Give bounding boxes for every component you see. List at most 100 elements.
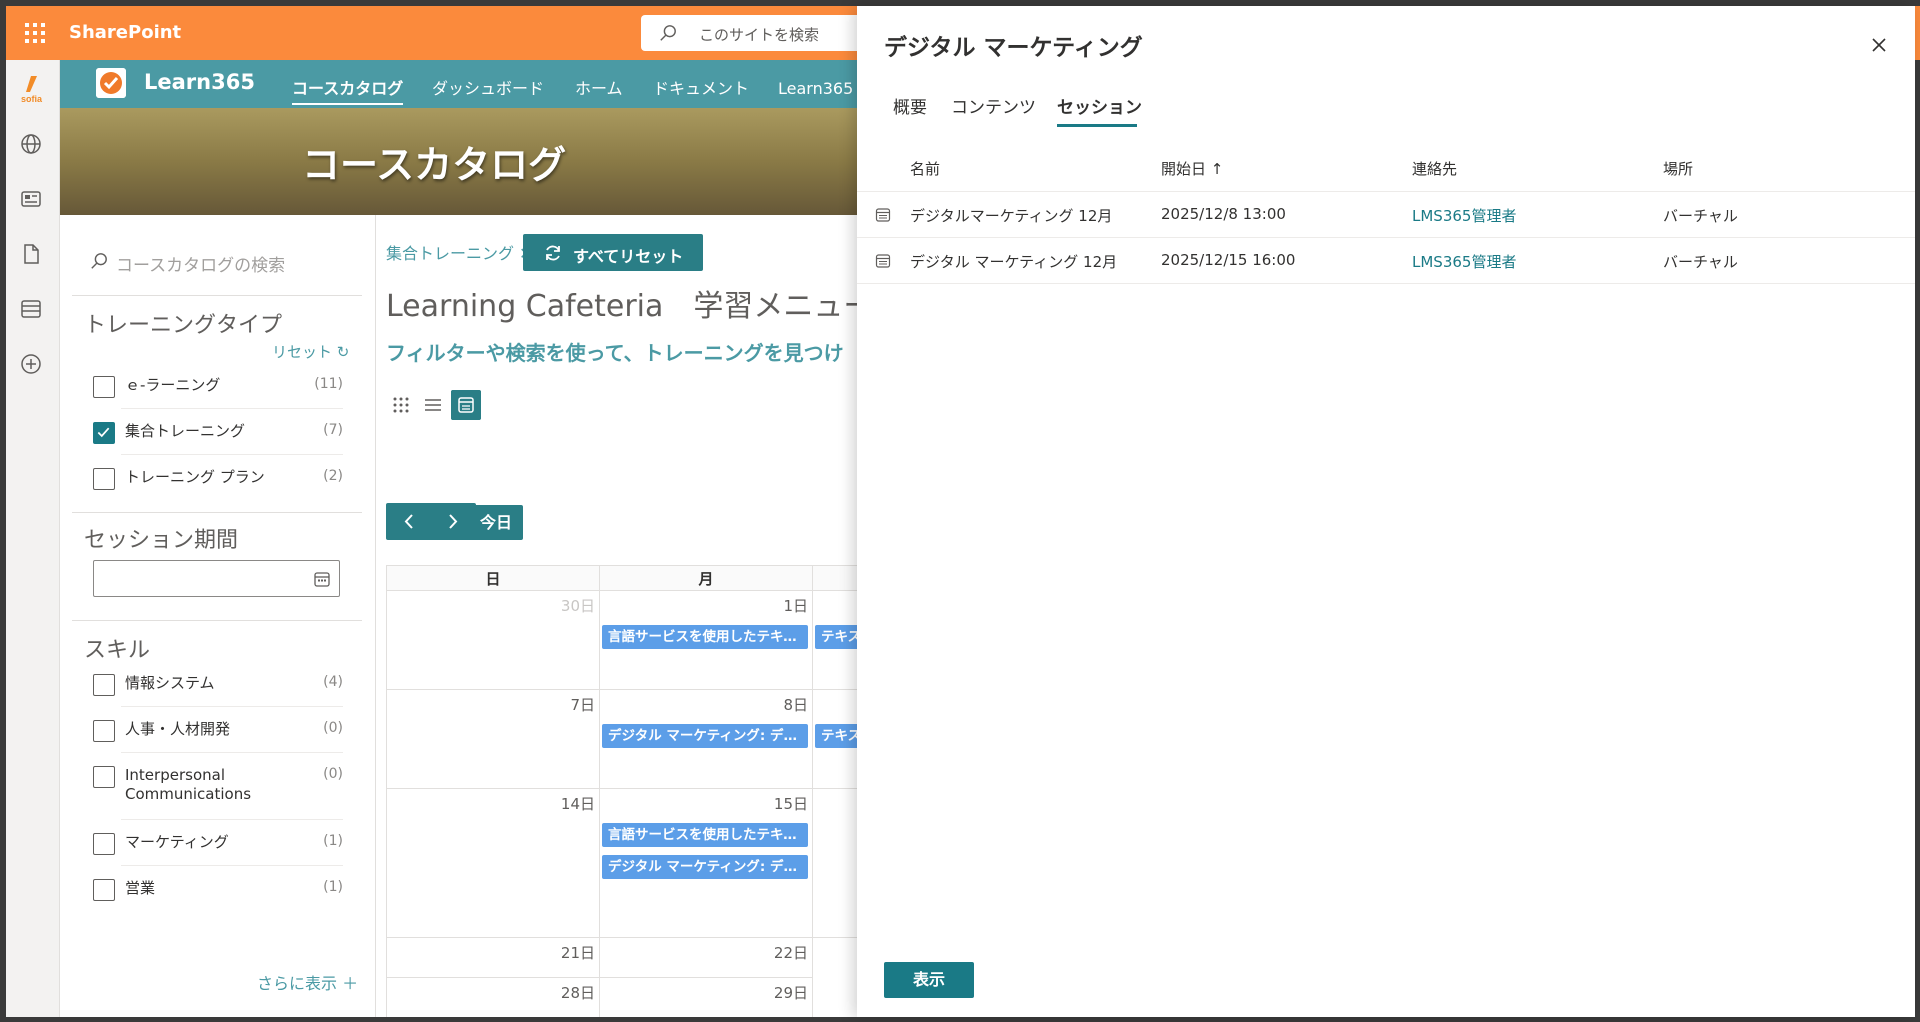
- nav-documents[interactable]: ドキュメント: [653, 75, 749, 99]
- filter-item-skill[interactable]: マーケティング (1): [93, 822, 343, 866]
- filter-item-skill[interactable]: 人事・人材開発 (0): [93, 709, 343, 753]
- catalog-subtitle: フィルターや検索を使って、トレーニングを見つけ: [386, 341, 844, 365]
- tab-contents[interactable]: コンテンツ: [951, 93, 1036, 118]
- calendar-day[interactable]: 1日 言語サービスを使用したテキス...: [599, 590, 813, 690]
- sort-ascending-icon: ↑: [1210, 160, 1224, 178]
- calendar-event[interactable]: デジタル マーケティング: デジ...: [602, 855, 808, 879]
- show-button[interactable]: 表示: [884, 962, 974, 998]
- banner-title: コースカタログ: [302, 143, 567, 187]
- filter-item-count: (11): [314, 376, 343, 392]
- calendar-icon: [875, 208, 891, 222]
- calendar-event[interactable]: 言語サービスを使用したテキス...: [602, 625, 808, 649]
- active-filter-chip[interactable]: 集合トレーニング ✕: [386, 240, 533, 264]
- close-icon[interactable]: [1868, 34, 1890, 56]
- sofia-logo-icon[interactable]: sofia: [19, 74, 45, 106]
- session-start: 2025/12/8 13:00: [1161, 205, 1286, 223]
- list-icon[interactable]: [19, 297, 43, 321]
- calendar-event[interactable]: テキス: [815, 625, 860, 649]
- calendar-day[interactable]: [812, 788, 860, 938]
- session-contact-link[interactable]: LMS365管理者: [1412, 205, 1516, 226]
- calendar-day[interactable]: 7日: [386, 689, 600, 789]
- site-brand[interactable]: Learn365: [144, 70, 255, 94]
- tile-view-icon[interactable]: [386, 390, 416, 420]
- filter-item-label: トレーニング プラン: [125, 468, 265, 486]
- calendar-day[interactable]: 29日: [599, 977, 813, 1017]
- nav-dashboard[interactable]: ダッシュボード: [432, 75, 544, 99]
- filter-item-skill[interactable]: Interpersonal Communications (0): [93, 755, 343, 820]
- filter-item-classroom[interactable]: 集合トレーニング (7): [93, 411, 343, 455]
- divider: [72, 620, 362, 621]
- news-icon[interactable]: [19, 187, 43, 211]
- session-contact-link[interactable]: LMS365管理者: [1412, 251, 1516, 272]
- show-more-label: さらに表示: [257, 974, 338, 993]
- session-name: デジタル マーケティング 12月: [910, 253, 1118, 271]
- column-header-contact[interactable]: 連絡先: [1412, 158, 1457, 179]
- table-row[interactable]: デジタル マーケティング 12月 2025/12/15 16:00 LMS365…: [857, 238, 1915, 284]
- session-period-date-input[interactable]: [93, 560, 340, 597]
- checkbox[interactable]: [93, 674, 115, 696]
- column-header-start-date[interactable]: 開始日 ↑: [1161, 158, 1223, 179]
- calendar-day[interactable]: 28日: [386, 977, 600, 1017]
- training-type-reset-link[interactable]: リセット ↻: [272, 341, 349, 362]
- filter-item-elearning[interactable]: ｅ-ラーニング (11): [93, 365, 343, 409]
- list-view-icon[interactable]: [418, 390, 448, 420]
- checkbox[interactable]: [93, 720, 115, 742]
- checkbox[interactable]: [93, 833, 115, 855]
- tab-overview[interactable]: 概要: [893, 93, 927, 118]
- filter-pane: コースカタログの検索 トレーニングタイプ リセット ↻ ｅ-ラーニング (11)…: [60, 215, 376, 1017]
- today-button[interactable]: 今日: [469, 505, 523, 540]
- calendar-event[interactable]: 言語サービスを使用したテキス...: [602, 823, 808, 847]
- filter-item-label: 営業: [125, 879, 156, 897]
- filter-item-count: (2): [323, 468, 343, 484]
- search-icon: [91, 253, 107, 269]
- divider: [72, 512, 362, 513]
- calendar-day[interactable]: テキス: [812, 590, 860, 690]
- day-number: 21日: [560, 944, 595, 962]
- session-location: バーチャル: [1663, 253, 1738, 271]
- show-more-link[interactable]: さらに表示 ＋: [257, 970, 358, 994]
- column-header-name[interactable]: 名前: [910, 158, 940, 179]
- course-details-panel: デジタル マーケティング 概要 コンテンツ セッション 名前 開始日 ↑ 連絡先…: [857, 6, 1915, 1017]
- calendar-day[interactable]: 14日: [386, 788, 600, 938]
- catalog-content: 集合トレーニング ✕ すべてリセット Learning Cafeteria 学習…: [376, 215, 860, 1017]
- catalog-search-input[interactable]: コースカタログの検索: [90, 245, 320, 276]
- column-header-location[interactable]: 場所: [1663, 158, 1693, 179]
- tab-sessions[interactable]: セッション: [1057, 93, 1142, 118]
- checkbox[interactable]: [93, 879, 115, 901]
- filter-item-label: ｅ-ラーニング: [125, 376, 221, 394]
- table-row[interactable]: デジタルマーケティング 12月 2025/12/8 13:00 LMS365管理…: [857, 192, 1915, 238]
- day-number: 28日: [560, 984, 595, 1002]
- document-icon[interactable]: [19, 242, 43, 266]
- filter-item-label: マーケティング: [125, 833, 229, 851]
- calendar-event[interactable]: テキス: [815, 724, 860, 748]
- day-number: 30日: [560, 597, 595, 615]
- filter-item-skill[interactable]: 情報システム (4): [93, 663, 343, 707]
- calendar-view-icon[interactable]: [451, 390, 481, 420]
- calendar-event[interactable]: デジタル マーケティング: デジ...: [602, 724, 808, 748]
- checkbox[interactable]: [93, 766, 115, 788]
- calendar-day[interactable]: 30日: [386, 590, 600, 690]
- session-name: デジタルマーケティング 12月: [910, 207, 1113, 225]
- checkbox[interactable]: [93, 468, 115, 490]
- day-number: 1日: [783, 597, 808, 615]
- calendar-week-partial: 28日 29日: [386, 977, 860, 1017]
- learn365-logo-icon[interactable]: [96, 68, 126, 98]
- nav-learn365-admin[interactable]: Learn365 管: [778, 75, 860, 99]
- divider: [121, 706, 343, 707]
- checkbox-checked[interactable]: [93, 422, 115, 444]
- nav-course-catalog[interactable]: コースカタログ: [292, 75, 404, 105]
- chevron-left-icon[interactable]: [386, 503, 431, 540]
- add-icon[interactable]: [19, 352, 43, 376]
- nav-home[interactable]: ホーム: [575, 75, 623, 99]
- calendar-day[interactable]: 15日 言語サービスを使用したテキス... デジタル マーケティング: デジ..…: [599, 788, 813, 938]
- checkbox[interactable]: [93, 376, 115, 398]
- globe-icon[interactable]: [19, 132, 43, 156]
- filter-item-training-plan[interactable]: トレーニング プラン (2): [93, 457, 343, 501]
- app-launcher-icon[interactable]: [23, 21, 47, 45]
- app-rail: sofia: [6, 60, 60, 1017]
- calendar-day[interactable]: 8日 デジタル マーケティング: デジ...: [599, 689, 813, 789]
- reset-all-button[interactable]: すべてリセット: [523, 234, 703, 271]
- sharepoint-title[interactable]: SharePoint: [69, 22, 181, 43]
- calendar-day[interactable]: テキス: [812, 689, 860, 789]
- filter-item-skill[interactable]: 営業 (1): [93, 868, 343, 912]
